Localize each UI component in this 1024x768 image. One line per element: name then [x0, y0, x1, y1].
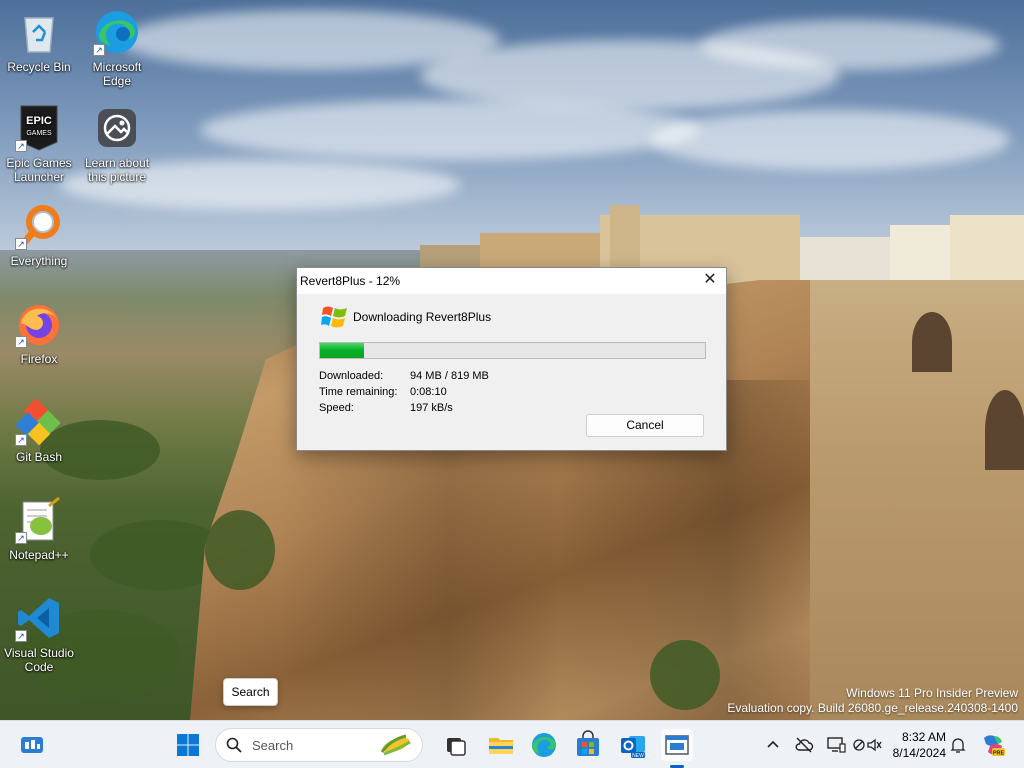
- windows-watermark: Windows 11 Pro Insider Preview Evaluatio…: [727, 686, 1018, 716]
- download-heading: Downloading Revert8Plus: [353, 310, 492, 324]
- desktop-icon-git-bash[interactable]: ↗ Git Bash: [1, 398, 77, 464]
- start-icon: [177, 734, 199, 756]
- desktop-icon-label: Recycle Bin: [7, 60, 71, 74]
- file-explorer-icon: [489, 738, 513, 754]
- taskbar: NEW: [0, 720, 1024, 768]
- shortcut-arrow-icon: ↗: [93, 44, 105, 56]
- info-label: Time remaining:: [319, 386, 398, 398]
- firefox-icon: ↗: [15, 300, 63, 348]
- desktop-icon-label: Visual Studio Code: [4, 646, 74, 674]
- info-row-downloaded: Downloaded: 94 MB / 819 MB: [319, 368, 489, 384]
- display-tray-button[interactable]: [826, 735, 846, 755]
- desktop-icon-label: Everything: [10, 254, 68, 268]
- watermark-build: Evaluation copy. Build 26080.ge_release.…: [727, 701, 1018, 715]
- cancel-button[interactable]: Cancel: [586, 414, 704, 437]
- taskbar-search[interactable]: [215, 728, 423, 762]
- desktop-icon-everything[interactable]: ↗ Everything: [1, 202, 77, 268]
- revert8plus-app-icon: [665, 735, 689, 755]
- shortcut-arrow-icon: ↗: [15, 336, 27, 348]
- close-button[interactable]: ✕: [694, 268, 726, 294]
- task-view-button[interactable]: [439, 729, 471, 761]
- display-icon: [827, 737, 846, 753]
- microsoft-store-icon: [577, 730, 599, 756]
- start-button[interactable]: [172, 729, 204, 761]
- windows-logo-icon: [321, 304, 349, 330]
- file-explorer-button[interactable]: [485, 729, 517, 761]
- widgets-button[interactable]: [16, 729, 48, 761]
- shortcut-arrow-icon: ↗: [15, 630, 27, 642]
- info-value: 197 kB/s: [410, 402, 453, 414]
- search-highlight-corn-icon: [380, 734, 411, 756]
- copilot-pre-icon: PRE: [984, 735, 1005, 757]
- outlook-new-icon: NEW: [621, 736, 645, 759]
- git-bash-icon: ↗: [15, 398, 63, 446]
- info-value: 0:08:10: [410, 386, 447, 398]
- desktop-icon-label: Notepad++: [9, 548, 69, 562]
- copilot-button[interactable]: PRE: [980, 732, 1006, 758]
- network-volume-icon: [853, 738, 882, 752]
- cloud-offline-icon: [795, 737, 814, 753]
- desktop-icon-microsoft-edge[interactable]: ↗ Microsoft Edge: [79, 8, 155, 88]
- desktop-icon-epic-games[interactable]: EPIC GAMES ↗ Epic Games Launcher: [1, 104, 77, 184]
- onedrive-tray-button[interactable]: [794, 735, 814, 755]
- desktop-icon-label: Microsoft Edge: [92, 60, 142, 88]
- desktop-icon-label: Epic Games Launcher: [6, 156, 72, 184]
- dialog-title: Revert8Plus - 12%: [300, 274, 401, 288]
- download-heading-row: Downloading Revert8Plus: [321, 304, 491, 330]
- epic-games-icon: EPIC GAMES ↗: [15, 104, 63, 152]
- edge-taskbar-button[interactable]: [528, 729, 560, 761]
- widgets-icon: [21, 737, 43, 753]
- close-icon: ✕: [703, 271, 717, 288]
- download-progress-bar: [319, 342, 706, 359]
- edge-icon: ↗: [93, 8, 141, 56]
- svg-text:PRE: PRE: [993, 751, 1005, 757]
- desktop-icon-notepadpp[interactable]: ↗ Notepad++: [1, 496, 77, 562]
- svg-text:EPIC: EPIC: [26, 115, 52, 127]
- info-row-time-remaining: Time remaining: 0:08:10: [319, 384, 489, 400]
- search-input[interactable]: [252, 737, 372, 753]
- desktop-icon-firefox[interactable]: ↗ Firefox: [1, 300, 77, 366]
- desktop-icon-learn-about-picture[interactable]: Learn about this picture: [79, 104, 155, 184]
- info-label: Downloaded:: [319, 370, 384, 382]
- shortcut-arrow-icon: ↗: [15, 532, 27, 544]
- download-dialog: Revert8Plus - 12% ✕ Downloading Revert8P…: [296, 267, 727, 451]
- shortcut-arrow-icon: ↗: [15, 434, 27, 446]
- notification-icon: [950, 738, 966, 753]
- desktop-icon-recycle-bin[interactable]: Recycle Bin: [1, 8, 77, 74]
- everything-search-icon: ↗: [15, 202, 63, 250]
- vscode-icon: ↗: [15, 594, 63, 642]
- progress-fill: [320, 343, 365, 358]
- shortcut-arrow-icon: ↗: [15, 238, 27, 250]
- quick-settings-button[interactable]: [852, 735, 882, 755]
- chevron-up-icon: [767, 740, 779, 748]
- clock-time: 8:32 AM: [901, 730, 946, 744]
- learn-picture-icon: [93, 104, 141, 152]
- desktop-icon-label: Git Bash: [15, 450, 63, 464]
- microsoft-store-button[interactable]: [572, 729, 604, 761]
- edge-icon: [532, 733, 556, 757]
- svg-text:GAMES: GAMES: [26, 130, 52, 137]
- dialog-titlebar[interactable]: Revert8Plus - 12% ✕: [297, 268, 726, 294]
- taskbar-clock[interactable]: 8:32 AM 8/14/2024: [880, 729, 946, 761]
- task-view-icon: [447, 738, 466, 756]
- desktop-icon-label: Learn about this picture: [84, 156, 150, 184]
- info-value: 94 MB / 819 MB: [410, 370, 489, 382]
- search-icon: [226, 737, 242, 753]
- revert8plus-taskbar-button[interactable]: [661, 729, 693, 761]
- shortcut-arrow-icon: ↗: [15, 140, 27, 152]
- desktop-icon-vscode[interactable]: ↗ Visual Studio Code: [1, 594, 77, 674]
- info-row-speed: Speed: 197 kB/s: [319, 400, 489, 416]
- download-info: Downloaded: 94 MB / 819 MB Time remainin…: [319, 368, 489, 416]
- desktop-icon-label: Firefox: [20, 352, 58, 366]
- recycle-bin-icon: [15, 8, 63, 56]
- clock-date: 8/14/2024: [892, 746, 946, 760]
- show-hidden-icons-button[interactable]: [763, 735, 783, 755]
- svg-text:NEW: NEW: [632, 753, 644, 759]
- watermark-edition: Windows 11 Pro Insider Preview: [846, 686, 1018, 700]
- outlook-new-button[interactable]: NEW: [617, 729, 649, 761]
- search-tooltip: Search: [223, 678, 278, 706]
- notifications-button[interactable]: [948, 735, 968, 755]
- info-label: Speed:: [319, 402, 354, 414]
- notepadpp-icon: ↗: [15, 496, 63, 544]
